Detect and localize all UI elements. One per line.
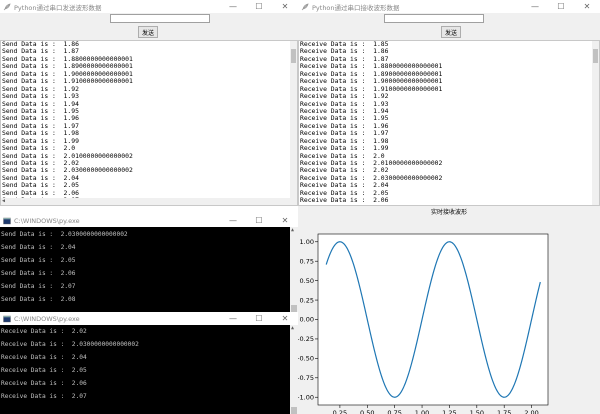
console-icon [3,315,11,323]
y-tick-label: 1.00 [300,238,314,246]
sender-horizontal-scrollbar[interactable]: ◀ [1,198,290,205]
console2-scrollbar[interactable]: ▲ [290,325,298,414]
console1-window: C:\WINDOWS\py.exe — ☐ ✕ Send Data is : 2… [0,214,298,312]
x-tick-label: 1.75 [497,409,511,414]
x-tick-label: 1.50 [470,409,484,414]
close-button[interactable]: ✕ [272,214,298,227]
console-line: Send Data is : 2.0300000000000002 [1,231,128,238]
close-button[interactable]: ✕ [574,0,600,13]
receiver-input[interactable] [384,14,484,23]
receiver-window: Python通过串口接收波形数据 — ☐ ✕ 发送 Receive Data i… [298,0,600,414]
minimize-button[interactable]: — [220,312,246,325]
console2-titlebar[interactable]: C:\WINDOWS\py.exe — ☐ ✕ [0,312,298,325]
console-line: Send Data is : 2.06 [1,270,76,277]
console-icon [3,217,11,225]
console-line: Receive Data is : 2.0300000000000002 [1,341,139,348]
console-line: Receive Data is : 2.02 [1,328,87,335]
y-tick-label: 0.75 [300,257,314,265]
console-line: Send Data is : 2.05 [1,257,76,264]
y-tick-label: 0.00 [300,316,314,324]
receiver-titlebar[interactable]: Python通过串口接收波形数据 — ☐ ✕ [298,0,600,13]
minimize-button[interactable]: — [522,0,548,13]
plot-area: 实时接收波形 0.25 0.50 0.75 1.00 1.25 1.50 1.75 2.00 1… [298,206,600,414]
console1-scrollbar[interactable]: ▲ [290,227,298,312]
console-line: Receive Data is : 2.05 [1,367,87,374]
console-line: Send Data is : 2.07 [1,283,76,290]
x-tick-label: 1.25 [442,409,456,414]
maximize-button[interactable]: ☐ [246,312,272,325]
feather-app-icon [301,2,309,11]
sine-chart: 0.25 0.50 0.75 1.00 1.25 1.50 1.75 2.00 1.00 0.75… [298,233,549,414]
console1-title: C:\WINDOWS\py.exe [14,216,80,225]
console-line: Send Data is : 2.04 [1,244,76,251]
scroll-up-icon[interactable]: ▲ [291,325,294,331]
receiver-log[interactable]: Receive Data is : 1.85 Receive Data is : … [298,40,600,206]
plot-title: 实时接收波形 [430,209,467,216]
y-tick-label: 0.50 [300,277,314,285]
scroll-up-icon[interactable]: ▲ [291,227,294,233]
x-tick-label: 0.75 [387,409,401,414]
console2-window: C:\WINDOWS\py.exe — ☐ ✕ Receive Data is … [0,312,298,414]
receiver-log-lines: Receive Data is : 1.85 Receive Data is : … [299,41,599,205]
sender-window: Python通过串口发送波形数据 — ☐ ✕ 发送 Send Data is :… [0,0,298,206]
maximize-button[interactable]: ☐ [548,0,574,13]
console1-titlebar[interactable]: C:\WINDOWS\py.exe — ☐ ✕ [0,214,298,227]
sender-send-button[interactable]: 发送 [138,26,158,38]
console-line: Receive Data is : 2.06 [1,380,87,387]
console1-output[interactable]: Send Data is : 2.0300000000000002 Send Da… [0,227,298,312]
sender-titlebar[interactable]: Python通过串口发送波形数据 — ☐ ✕ [0,0,298,13]
y-tick-label: -0.50 [298,355,314,363]
sender-title: Python通过串口发送波形数据 [14,3,102,12]
console-line: Receive Data is : 2.07 [1,393,87,400]
receiver-title: Python通过串口接收波形数据 [312,3,400,12]
receiver-send-button[interactable]: 发送 [441,26,461,38]
console2-output[interactable]: Receive Data is : 2.02 Receive Data is : … [0,325,298,414]
y-tick-label: -0.25 [298,335,314,343]
receiver-vertical-scrollbar[interactable] [592,41,599,205]
maximize-button[interactable]: ☐ [246,0,272,13]
sender-log-lines: Send Data is : 1.86 Send Data is : 1.87 Se… [1,41,297,205]
console2-title: C:\WINDOWS\py.exe [14,314,80,323]
minimize-button[interactable]: — [220,214,246,227]
sender-vertical-scrollbar[interactable] [290,41,297,205]
console-line: Receive Data is : 2.04 [1,354,87,361]
close-button[interactable]: ✕ [272,312,298,325]
y-tick-label: -0.75 [298,374,314,382]
feather-app-icon [3,2,11,11]
y-tick-label: -1.00 [298,393,314,401]
y-tick-label: 0.25 [300,296,314,304]
sender-input[interactable] [110,14,210,23]
console2-lines: Receive Data is : 2.02 Receive Data is : … [0,325,298,403]
close-button[interactable]: ✕ [272,0,298,13]
x-tick-label: 0.25 [333,409,347,414]
console-line: Send Data is : 2.08 [1,296,76,303]
console1-lines: Send Data is : 2.0300000000000002 Send Da… [0,227,298,306]
scroll-left-icon[interactable]: ◀ [2,198,5,204]
x-tick-label: 1.00 [415,409,429,414]
maximize-button[interactable]: ☐ [246,214,272,227]
x-tick-label: 0.50 [360,409,374,414]
minimize-button[interactable]: — [220,0,246,13]
x-tick-label: 2.00 [524,409,538,414]
sender-log[interactable]: Send Data is : 1.86 Send Data is : 1.87 Se… [0,40,298,206]
